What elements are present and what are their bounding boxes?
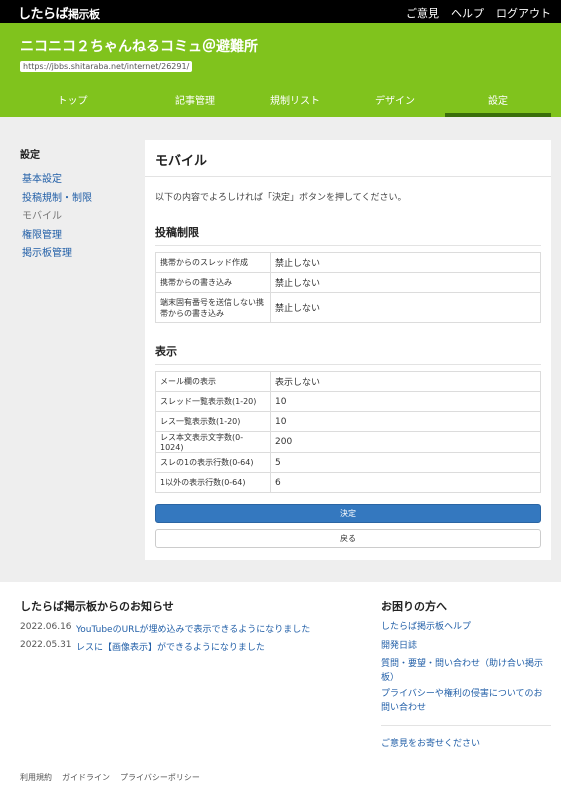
help-link-dev-log[interactable]: 開発日誌 — [381, 639, 551, 653]
setting-value: 200 — [270, 431, 541, 453]
logo-main: したらば — [18, 7, 69, 22]
sidebar-item-basic[interactable]: 基本設定 — [20, 171, 130, 190]
title-divider — [145, 176, 551, 177]
setting-value: 10 — [270, 411, 541, 432]
site-logo[interactable]: したらば掲示板 — [18, 3, 100, 22]
help-link-support-board[interactable]: 質問・要望・問い合わせ（助け合い掲示板） — [381, 657, 551, 685]
news-item: 2022.06.16 YouTubeのURLが埋め込みで表示できるようになりまし… — [20, 622, 310, 635]
table-row: 端末固有番号を送信しない携帯からの書き込み 禁止しない — [155, 292, 541, 323]
setting-label: 1以外の表示行数(0-64) — [155, 472, 271, 493]
board-header: ニコニコ２ちゃんねるコミュ＠避難所 https://jbbs.shitaraba… — [0, 23, 561, 117]
top-nav: ご意見 ヘルプ ログアウト — [406, 5, 551, 21]
sidebar-title: 設定 — [20, 150, 40, 161]
submit-button[interactable]: 決定 — [155, 504, 541, 523]
page-title: モバイル — [155, 154, 208, 169]
setting-label: レス一覧表示数(1-20) — [155, 411, 271, 432]
tab-settings[interactable]: 設定 — [445, 91, 551, 117]
help-link[interactable]: ヘルプ — [451, 5, 484, 21]
footer: したらば掲示板からのお知らせ 2022.06.16 YouTubeのURLが埋め… — [0, 582, 561, 800]
section-divider — [155, 364, 541, 365]
help-link-board-help[interactable]: したらば掲示板ヘルプ — [381, 620, 551, 634]
sidebar-item-mobile: モバイル — [22, 211, 62, 222]
table-row: 携帯からの書き込み 禁止しない — [155, 272, 541, 293]
table-row: スレの1の表示行数(0-64) 5 — [155, 452, 541, 473]
privacy-policy-link[interactable]: プライバシーポリシー — [120, 772, 200, 783]
news-date: 2022.06.16 — [20, 622, 72, 632]
settings-sidebar: 設定 基本設定 投稿規制・制限 モバイル 権限管理 掲示板管理 — [20, 146, 130, 264]
guidelines-link[interactable]: ガイドライン — [62, 772, 110, 783]
help-link-privacy-contact[interactable]: プライバシーや権利の侵害についてのお問い合わせ — [381, 687, 551, 715]
table-row: レス本文表示文字数(0-1024) 200 — [155, 431, 541, 453]
logo-sub: 掲示板 — [68, 8, 100, 21]
setting-value: 表示しない — [270, 371, 541, 392]
top-bar: したらば掲示板 ご意見 ヘルプ ログアウト — [0, 0, 561, 23]
setting-label: メール欄の表示 — [155, 371, 271, 392]
help-title: お困りの方へ — [381, 600, 447, 613]
board-title[interactable]: ニコニコ２ちゃんねるコミュ＠避難所 — [20, 36, 258, 56]
setting-label: 携帯からのスレッド作成 — [155, 252, 271, 273]
terms-link[interactable]: 利用規約 — [20, 772, 52, 783]
news-link[interactable]: YouTubeのURLが埋め込みで表示できるようになりました — [76, 622, 310, 635]
setting-value: 6 — [270, 472, 541, 493]
table-row: メール欄の表示 表示しない — [155, 371, 541, 392]
display-table: メール欄の表示 表示しない スレッド一覧表示数(1-20) 10 レス一覧表示数… — [155, 371, 541, 493]
setting-value: 禁止しない — [270, 252, 541, 273]
logout-link[interactable]: ログアウト — [496, 5, 551, 21]
news-item: 2022.05.31 レスに【画像表示】ができるようになりました — [20, 640, 265, 653]
section-title-post-limits: 投稿制限 — [155, 226, 199, 239]
mobile-settings-panel: モバイル 以下の内容でよろしければ「決定」ボタンを押してください。 投稿制限 携… — [145, 140, 551, 560]
tab-restrictions[interactable]: 規制リスト — [245, 91, 345, 117]
confirm-message: 以下の内容でよろしければ「決定」ボタンを押してください。 — [155, 193, 407, 203]
admin-tabs: トップ 記事管理 規制リスト デザイン 設定 — [0, 91, 561, 117]
tab-design[interactable]: デザイン — [345, 91, 445, 117]
setting-label: 端末固有番号を送信しない携帯からの書き込み — [155, 292, 271, 323]
setting-value: 禁止しない — [270, 292, 541, 323]
news-link[interactable]: レスに【画像表示】ができるようになりました — [76, 640, 265, 653]
section-divider — [155, 245, 541, 246]
setting-label: レス本文表示文字数(0-1024) — [155, 431, 271, 453]
sidebar-item-post-limits[interactable]: 投稿規制・制限 — [20, 190, 130, 209]
feedback-footer-link[interactable]: ご意見をお寄せください — [381, 737, 551, 751]
setting-label: 携帯からの書き込み — [155, 272, 271, 293]
post-limits-table: 携帯からのスレッド作成 禁止しない 携帯からの書き込み 禁止しない 端末固有番号… — [155, 252, 541, 323]
tab-articles[interactable]: 記事管理 — [145, 91, 245, 117]
table-row: レス一覧表示数(1-20) 10 — [155, 411, 541, 432]
table-row: 1以外の表示行数(0-64) 6 — [155, 472, 541, 493]
setting-label: スレッド一覧表示数(1-20) — [155, 391, 271, 412]
tab-top[interactable]: トップ — [0, 91, 145, 117]
feedback-link[interactable]: ご意見 — [406, 5, 439, 21]
table-row: 携帯からのスレッド作成 禁止しない — [155, 252, 541, 273]
sidebar-item-board-management[interactable]: 掲示板管理 — [20, 245, 130, 264]
section-title-display: 表示 — [155, 345, 177, 358]
setting-value: 5 — [270, 452, 541, 473]
table-row: スレッド一覧表示数(1-20) 10 — [155, 391, 541, 412]
back-button[interactable]: 戻る — [155, 529, 541, 548]
setting-value: 10 — [270, 391, 541, 412]
news-title: したらば掲示板からのお知らせ — [20, 600, 174, 613]
setting-label: スレの1の表示行数(0-64) — [155, 452, 271, 473]
board-url[interactable]: https://jbbs.shitaraba.net/internet/2629… — [20, 61, 193, 72]
setting-value: 禁止しない — [270, 272, 541, 293]
sidebar-item-permissions[interactable]: 権限管理 — [20, 227, 130, 246]
footer-links: 利用規約 ガイドライン プライバシーポリシー — [20, 772, 200, 783]
news-date: 2022.05.31 — [20, 640, 72, 650]
help-divider — [381, 725, 551, 726]
